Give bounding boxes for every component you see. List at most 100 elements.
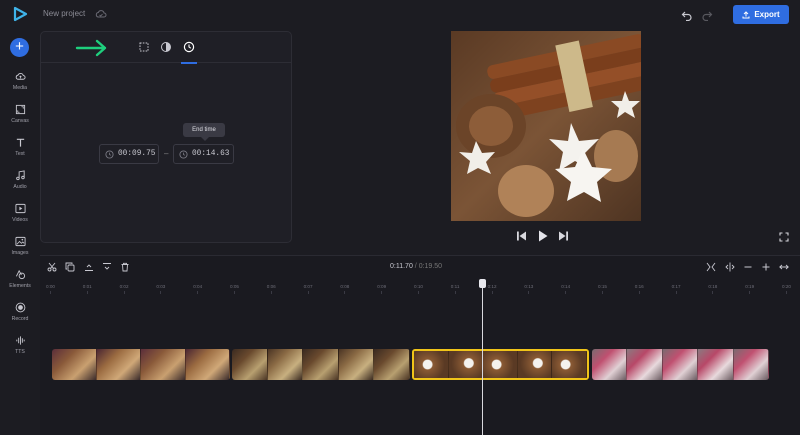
expand-timeline-icon[interactable]: [779, 262, 789, 272]
clip-thumbnail: [698, 349, 734, 380]
sidebar-item-audio[interactable]: Audio: [0, 168, 40, 198]
canvas-icon: [15, 104, 25, 115]
sidebar-item-tts[interactable]: TTS: [0, 333, 40, 363]
clip-pancakes[interactable]: [52, 349, 230, 380]
clip-thumbnail: [338, 349, 375, 380]
ruler-tick-label: 0:08: [340, 284, 350, 289]
ruler-tick: [602, 291, 603, 294]
clip-cinnamon-cookies[interactable]: [232, 349, 410, 380]
clip-cinnamon-stars-selected[interactable]: [412, 349, 589, 380]
fullscreen-icon[interactable]: [779, 232, 789, 242]
ruler-tick-label: 0:11: [450, 284, 460, 289]
current-time: 0:11.70: [390, 263, 413, 270]
project-name[interactable]: New project: [43, 9, 85, 18]
ruler-tick-label: 0:20: [782, 284, 791, 289]
clip-thumbnail: [552, 351, 587, 378]
fit-timeline-icon[interactable]: [706, 262, 716, 272]
playhead-handle[interactable]: [479, 279, 486, 288]
skip-back-icon[interactable]: [516, 230, 527, 242]
ruler-tick-label: 0:17: [671, 284, 681, 289]
ruler-tick: [381, 291, 383, 294]
ruler-tick-label: 0:14: [561, 284, 571, 289]
sidebar-item-label: Text: [15, 151, 25, 157]
clock-icon[interactable]: [183, 41, 195, 53]
undo-icon[interactable]: [681, 9, 693, 21]
app-logo-icon[interactable]: [12, 6, 28, 22]
ruler-tick-label: 0:16: [634, 284, 644, 289]
clip-thumbnail: [185, 349, 230, 380]
ruler-tick: [344, 291, 346, 294]
total-time: 0:19.50: [418, 263, 443, 270]
redo-icon[interactable]: [701, 9, 713, 21]
crop-icon[interactable]: [138, 41, 150, 53]
top-bar: New project Export: [0, 0, 800, 30]
ruler-tick: [675, 291, 677, 294]
zoom-in-icon[interactable]: [761, 262, 771, 272]
move-up-icon[interactable]: [84, 262, 94, 272]
clip-thumbnail: [141, 349, 186, 380]
clip-pink-berries[interactable]: [592, 349, 769, 380]
filter-icon[interactable]: [160, 41, 172, 53]
sidebar-item-label: Videos: [12, 217, 28, 223]
ruler-tick: [418, 291, 419, 294]
video-preview[interactable]: [451, 31, 641, 221]
timeline-toolbar: 0:11.70 / 0:19.50: [40, 256, 800, 278]
properties-panel: 00:09.75 – End time 00:14.63: [40, 31, 292, 243]
ruler-tick: [454, 291, 456, 294]
duplicate-icon[interactable]: [65, 262, 75, 272]
end-time-tooltip: End time: [183, 123, 225, 141]
ruler-tick: [565, 291, 567, 294]
start-time-field[interactable]: 00:09.75: [99, 144, 159, 164]
sidebar-item-videos[interactable]: Videos: [0, 201, 40, 231]
left-sidebar: + Media Canvas Text Audio Videos Images …: [0, 30, 40, 435]
sidebar-item-elements[interactable]: Elements: [0, 267, 40, 297]
split-icon[interactable]: [725, 262, 735, 272]
ruler-tick: [86, 291, 88, 294]
sidebar-item-record[interactable]: Record: [0, 300, 40, 330]
sidebar-item-label: Elements: [9, 283, 31, 289]
clip-thumbnail: [733, 349, 769, 380]
skip-forward-icon[interactable]: [558, 230, 569, 242]
time-separator: –: [164, 149, 169, 158]
playback-controls: [516, 230, 569, 242]
sidebar-item-text[interactable]: Text: [0, 135, 40, 165]
ruler-tick-label: 0:02: [119, 284, 129, 289]
export-button[interactable]: Export: [733, 5, 789, 24]
clip-thumbnail: [483, 351, 518, 378]
trash-icon[interactable]: [120, 262, 130, 272]
ruler-tick: [50, 291, 51, 294]
scissors-icon[interactable]: [47, 262, 57, 272]
sidebar-item-canvas[interactable]: Canvas: [0, 102, 40, 132]
end-time-field[interactable]: 00:14.63: [173, 144, 234, 164]
clip-thumbnail: [374, 349, 410, 380]
text-icon: [16, 138, 24, 147]
ruler-tick-label: 0:19: [745, 284, 755, 289]
clip-thumbnail: [96, 349, 141, 380]
sidebar-item-images[interactable]: Images: [0, 234, 40, 264]
ruler-tick-label: 0:09: [377, 284, 387, 289]
ruler-tick-label: 0:01: [82, 284, 92, 289]
zoom-out-icon[interactable]: [743, 262, 753, 272]
timeline: 0:11.70 / 0:19.50 0:00 0:01 0:02 0:03 0:04 0:…: [40, 255, 800, 435]
timeline-ruler[interactable]: 0:00 0:01 0:02 0:03 0:04 0:05 0:06 0:07 0:08 0:09…: [40, 280, 800, 296]
ruler-tick: [234, 291, 235, 294]
ruler-tick-label: 0:03: [156, 284, 166, 289]
clip-thumbnail: [517, 351, 553, 378]
export-label: Export: [754, 10, 780, 19]
ruler-tick-label: 0:15: [598, 284, 607, 289]
sidebar-item-label: Canvas: [11, 118, 29, 124]
clock-icon: [105, 149, 114, 159]
sidebar-item-label: Images: [11, 250, 29, 256]
add-button[interactable]: +: [10, 38, 29, 57]
sidebar-item-label: Media: [12, 85, 28, 91]
preview-image-cinnamon-stars: [451, 31, 641, 221]
active-tab-indicator: [181, 62, 197, 64]
ruler-tick-label: 0:00: [46, 284, 55, 289]
sidebar-item-media[interactable]: Media: [0, 69, 40, 99]
clip-thumbnail: [414, 351, 449, 378]
ruler-tick: [307, 291, 309, 294]
play-icon[interactable]: [537, 230, 548, 242]
move-down-icon[interactable]: [102, 262, 112, 272]
record-icon: [15, 302, 25, 313]
green-arrow-pointer-icon: [75, 39, 107, 57]
